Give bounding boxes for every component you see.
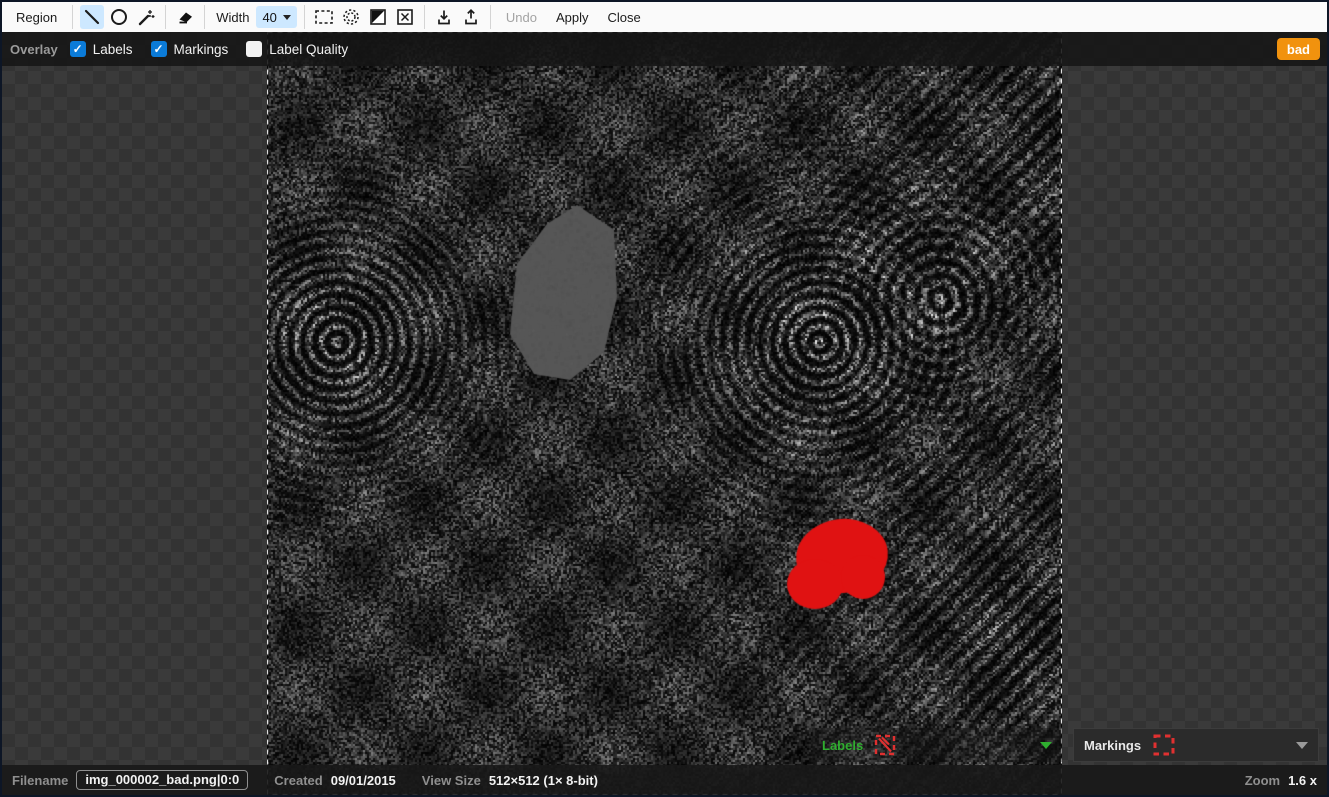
markings-checkbox-group[interactable]: Markings [151,41,229,57]
ellipse-icon [109,7,129,27]
labels-checkbox-label: Labels [93,42,133,57]
annotation-window: Region Wid [0,0,1329,797]
label-quality-checkbox-group[interactable]: Label Quality [246,41,348,57]
toolbar-separator [490,5,491,29]
invert-mask-button[interactable] [366,5,390,29]
view-size-label: View Size [422,773,481,788]
eraser-icon [175,7,195,27]
image-canvas[interactable] [267,32,1062,795]
chevron-down-icon [283,15,291,20]
toolbar-separator [204,5,205,29]
zoom-label: Zoom [1245,773,1280,788]
toolbar-separator [424,5,425,29]
width-value: 40 [262,10,276,25]
filename-label: Filename [12,773,68,788]
eraser-tool-button[interactable] [173,5,197,29]
chevron-down-icon [1040,742,1052,749]
markings-dropdown-label: Markings [1084,738,1141,753]
labels-checkbox[interactable] [70,41,86,57]
toolbar-separator [72,5,73,29]
overlay-bar: Overlay Labels Markings Label Quality [2,32,1327,66]
chevron-down-icon [1296,742,1308,749]
empty-marking-dashed-icon [1151,732,1177,758]
viewer-area: Overlay Labels Markings Label Quality ba… [2,32,1327,795]
toolbar-separator [304,5,305,29]
marquee-select-icon [313,7,335,27]
magic-wand-tool-button[interactable] [134,5,158,29]
dashed-circle-button[interactable] [339,5,363,29]
overlay-label: Overlay [10,42,58,57]
markings-checkbox[interactable] [151,41,167,57]
undo-button[interactable]: Undo [498,6,545,29]
status-badge: bad [1277,38,1320,60]
markings-checkbox-label: Markings [174,42,229,57]
marquee-select-button[interactable] [312,5,336,29]
status-bar: Filename img_000002_bad.png|0:0 Created … [2,765,1327,795]
created-label: Created [274,773,322,788]
invert-mask-icon [368,7,388,27]
export-button[interactable] [459,5,483,29]
close-button[interactable]: Close [600,6,649,29]
toolbar: Region Wid [2,2,1327,32]
dashed-circle-icon [341,7,361,27]
labels-dropdown-label: Labels [822,738,863,753]
width-label: Width [212,10,253,25]
zoom-value: 1.6 x [1288,773,1317,788]
labels-checkbox-group[interactable]: Labels [70,41,133,57]
filename-field[interactable]: img_000002_bad.png|0:0 [76,770,248,790]
created-value: 09/01/2015 [331,773,396,788]
ellipse-tool-button[interactable] [107,5,131,29]
view-size-value: 512×512 (1× 8-bit) [489,773,598,788]
magic-wand-icon [136,7,156,27]
region-button[interactable]: Region [8,6,65,29]
clear-selection-icon [395,7,415,27]
import-button[interactable] [432,5,456,29]
line-tool-button[interactable] [80,5,104,29]
line-icon [82,7,102,27]
label-quality-checkbox-label: Label Quality [269,42,348,57]
download-icon [434,7,454,27]
upload-icon [461,7,481,27]
label-quality-checkbox[interactable] [246,41,262,57]
labels-dropdown[interactable]: Labels [812,728,1062,762]
clear-selection-button[interactable] [393,5,417,29]
apply-button[interactable]: Apply [548,6,597,29]
markings-dropdown[interactable]: Markings [1073,728,1319,762]
toolbar-separator [165,5,166,29]
no-label-dashed-icon [873,733,897,757]
width-combobox[interactable]: 40 [256,6,296,28]
